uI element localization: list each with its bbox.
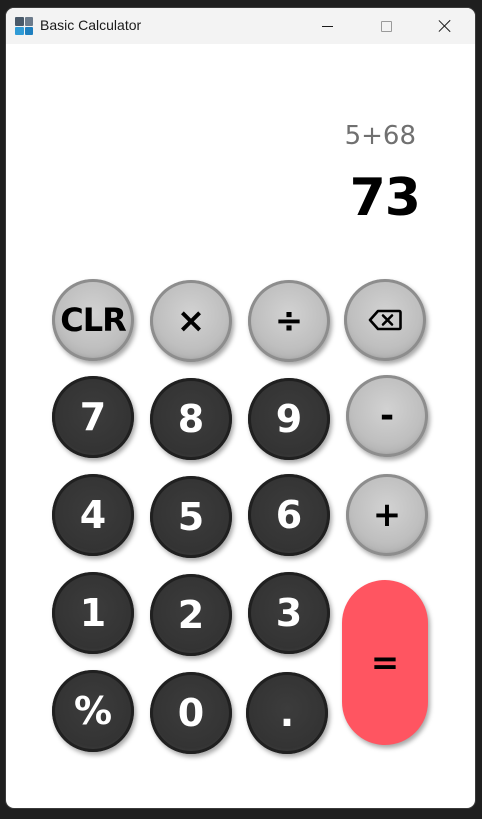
window-title: Basic Calculator — [40, 17, 142, 33]
digit-0-button[interactable]: 0 — [150, 672, 232, 754]
result-display: 73 — [349, 168, 421, 228]
close-icon — [438, 19, 452, 33]
expression-display: 5+68 — [344, 121, 416, 151]
digit-4-button[interactable]: 4 — [52, 474, 134, 556]
digit-1-button[interactable]: 1 — [52, 572, 134, 654]
minus-button[interactable]: - — [346, 375, 428, 457]
minimize-icon — [321, 25, 333, 27]
calculator-app-icon — [15, 17, 33, 35]
digit-5-button[interactable]: 5 — [150, 476, 232, 558]
backspace-button[interactable] — [344, 279, 426, 361]
digit-9-button[interactable]: 9 — [248, 378, 330, 460]
digit-7-button[interactable]: 7 — [52, 376, 134, 458]
plus-button[interactable]: + — [346, 474, 428, 556]
equals-button[interactable]: = — [342, 580, 428, 745]
maximize-button[interactable] — [363, 8, 409, 44]
digit-6-button[interactable]: 6 — [248, 474, 330, 556]
title-bar[interactable]: Basic Calculator — [6, 8, 475, 44]
backspace-icon — [368, 309, 402, 331]
digit-8-button[interactable]: 8 — [150, 378, 232, 460]
maximize-icon — [380, 20, 392, 32]
minimize-button[interactable] — [304, 8, 350, 44]
percent-button[interactable]: % — [52, 670, 134, 752]
digit-2-button[interactable]: 2 — [150, 574, 232, 656]
calculator-window: Basic Calculator 5+68 73 CLR × ÷ 7 8 9 -… — [6, 8, 475, 808]
digit-3-button[interactable]: 3 — [248, 572, 330, 654]
clear-button[interactable]: CLR — [52, 279, 134, 361]
multiply-button[interactable]: × — [150, 280, 232, 362]
close-button[interactable] — [422, 8, 468, 44]
divide-button[interactable]: ÷ — [248, 280, 330, 362]
decimal-button[interactable]: . — [246, 672, 328, 754]
